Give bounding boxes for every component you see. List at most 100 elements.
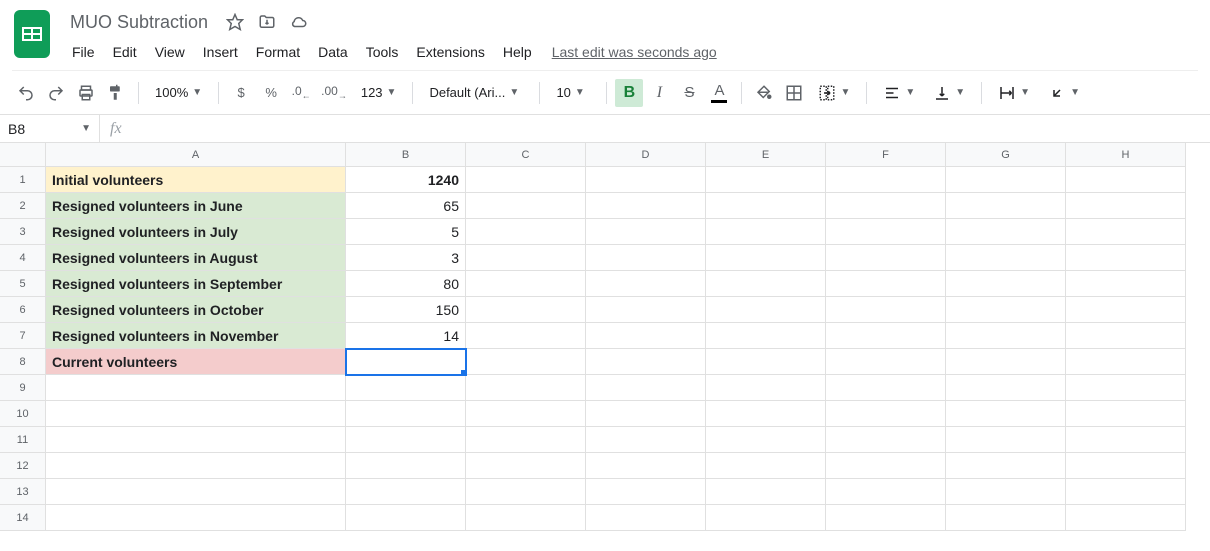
vertical-align-dropdown[interactable]: ▼ — [925, 79, 973, 107]
cell[interactable] — [586, 427, 706, 453]
cell[interactable] — [586, 349, 706, 375]
cell[interactable] — [346, 401, 466, 427]
menu-help[interactable]: Help — [495, 40, 540, 64]
cell[interactable] — [346, 453, 466, 479]
cell[interactable] — [706, 505, 826, 531]
cell[interactable] — [46, 401, 346, 427]
last-edit-link[interactable]: Last edit was seconds ago — [542, 40, 727, 64]
fill-color-button[interactable] — [750, 79, 778, 107]
row-header[interactable]: 6 — [0, 297, 46, 323]
cell[interactable] — [586, 271, 706, 297]
cell[interactable] — [466, 375, 586, 401]
cell[interactable] — [946, 427, 1066, 453]
redo-button[interactable] — [42, 79, 70, 107]
row-header[interactable]: 7 — [0, 323, 46, 349]
cell[interactable] — [706, 323, 826, 349]
cell-a8[interactable]: Current volunteers — [46, 349, 346, 375]
doc-title[interactable]: MUO Subtraction — [64, 10, 214, 35]
cell[interactable] — [706, 297, 826, 323]
cell[interactable] — [1066, 167, 1186, 193]
cell[interactable] — [586, 479, 706, 505]
cell[interactable] — [1066, 219, 1186, 245]
cell[interactable] — [706, 427, 826, 453]
cell[interactable] — [586, 297, 706, 323]
cell[interactable] — [946, 271, 1066, 297]
cell[interactable] — [1066, 297, 1186, 323]
menu-view[interactable]: View — [147, 40, 193, 64]
menu-format[interactable]: Format — [248, 40, 308, 64]
menu-edit[interactable]: Edit — [105, 40, 145, 64]
cell[interactable] — [1066, 349, 1186, 375]
cell[interactable] — [706, 167, 826, 193]
cell-b5[interactable]: 80 — [346, 271, 466, 297]
col-header-a[interactable]: A — [46, 143, 346, 167]
cell[interactable] — [706, 349, 826, 375]
sheets-logo[interactable] — [12, 8, 52, 60]
cell[interactable] — [826, 401, 946, 427]
merge-cells-dropdown[interactable]: ▼ — [810, 79, 858, 107]
col-header-g[interactable]: G — [946, 143, 1066, 167]
menu-data[interactable]: Data — [310, 40, 356, 64]
horizontal-align-dropdown[interactable]: ▼ — [875, 79, 923, 107]
cell[interactable] — [586, 505, 706, 531]
font-size-dropdown[interactable]: 10▼ — [548, 79, 598, 107]
row-header[interactable]: 8 — [0, 349, 46, 375]
cell-a7[interactable]: Resigned volunteers in November — [46, 323, 346, 349]
cell[interactable] — [946, 297, 1066, 323]
font-dropdown[interactable]: Default (Ari...▼ — [421, 79, 531, 107]
menu-extensions[interactable]: Extensions — [408, 40, 492, 64]
italic-button[interactable]: I — [645, 79, 673, 107]
paint-format-button[interactable] — [102, 79, 130, 107]
cell[interactable] — [586, 375, 706, 401]
decrease-decimal-button[interactable]: .0← — [287, 79, 315, 107]
cell[interactable] — [946, 245, 1066, 271]
cell[interactable] — [586, 453, 706, 479]
increase-decimal-button[interactable]: .00→ — [317, 79, 351, 107]
cell[interactable] — [826, 219, 946, 245]
row-header[interactable]: 10 — [0, 401, 46, 427]
row-header[interactable]: 2 — [0, 193, 46, 219]
cell[interactable] — [466, 323, 586, 349]
cell[interactable] — [586, 323, 706, 349]
cell[interactable] — [586, 219, 706, 245]
cell[interactable] — [346, 479, 466, 505]
zoom-dropdown[interactable]: 100%▼ — [147, 79, 210, 107]
cell[interactable] — [586, 401, 706, 427]
row-header[interactable]: 12 — [0, 453, 46, 479]
cell[interactable] — [466, 453, 586, 479]
cell[interactable] — [826, 245, 946, 271]
cell[interactable] — [946, 193, 1066, 219]
currency-button[interactable]: $ — [227, 79, 255, 107]
cell[interactable] — [1066, 271, 1186, 297]
cell[interactable] — [1066, 245, 1186, 271]
cell[interactable] — [466, 271, 586, 297]
cell[interactable] — [466, 297, 586, 323]
cell[interactable] — [946, 167, 1066, 193]
menu-tools[interactable]: Tools — [358, 40, 407, 64]
cell-b1[interactable]: 1240 — [346, 167, 466, 193]
cell-b4[interactable]: 3 — [346, 245, 466, 271]
cell[interactable] — [706, 193, 826, 219]
move-folder-icon[interactable] — [256, 11, 278, 33]
cell[interactable] — [826, 479, 946, 505]
undo-button[interactable] — [12, 79, 40, 107]
cell-a4[interactable]: Resigned volunteers in August — [46, 245, 346, 271]
cell[interactable] — [586, 167, 706, 193]
cell-a5[interactable]: Resigned volunteers in September — [46, 271, 346, 297]
cell-b3[interactable]: 5 — [346, 219, 466, 245]
more-formats-dropdown[interactable]: 123▼ — [353, 79, 405, 107]
cell[interactable] — [706, 401, 826, 427]
borders-button[interactable] — [780, 79, 808, 107]
cell[interactable] — [1066, 505, 1186, 531]
cell-b8-selected[interactable] — [346, 349, 466, 375]
cell[interactable] — [1066, 193, 1186, 219]
col-header-e[interactable]: E — [706, 143, 826, 167]
row-header[interactable]: 9 — [0, 375, 46, 401]
cell[interactable] — [46, 427, 346, 453]
formula-input[interactable] — [132, 115, 1210, 142]
cell[interactable] — [346, 375, 466, 401]
select-all-corner[interactable] — [0, 143, 46, 167]
col-header-b[interactable]: B — [346, 143, 466, 167]
row-header[interactable]: 13 — [0, 479, 46, 505]
cell[interactable] — [946, 375, 1066, 401]
